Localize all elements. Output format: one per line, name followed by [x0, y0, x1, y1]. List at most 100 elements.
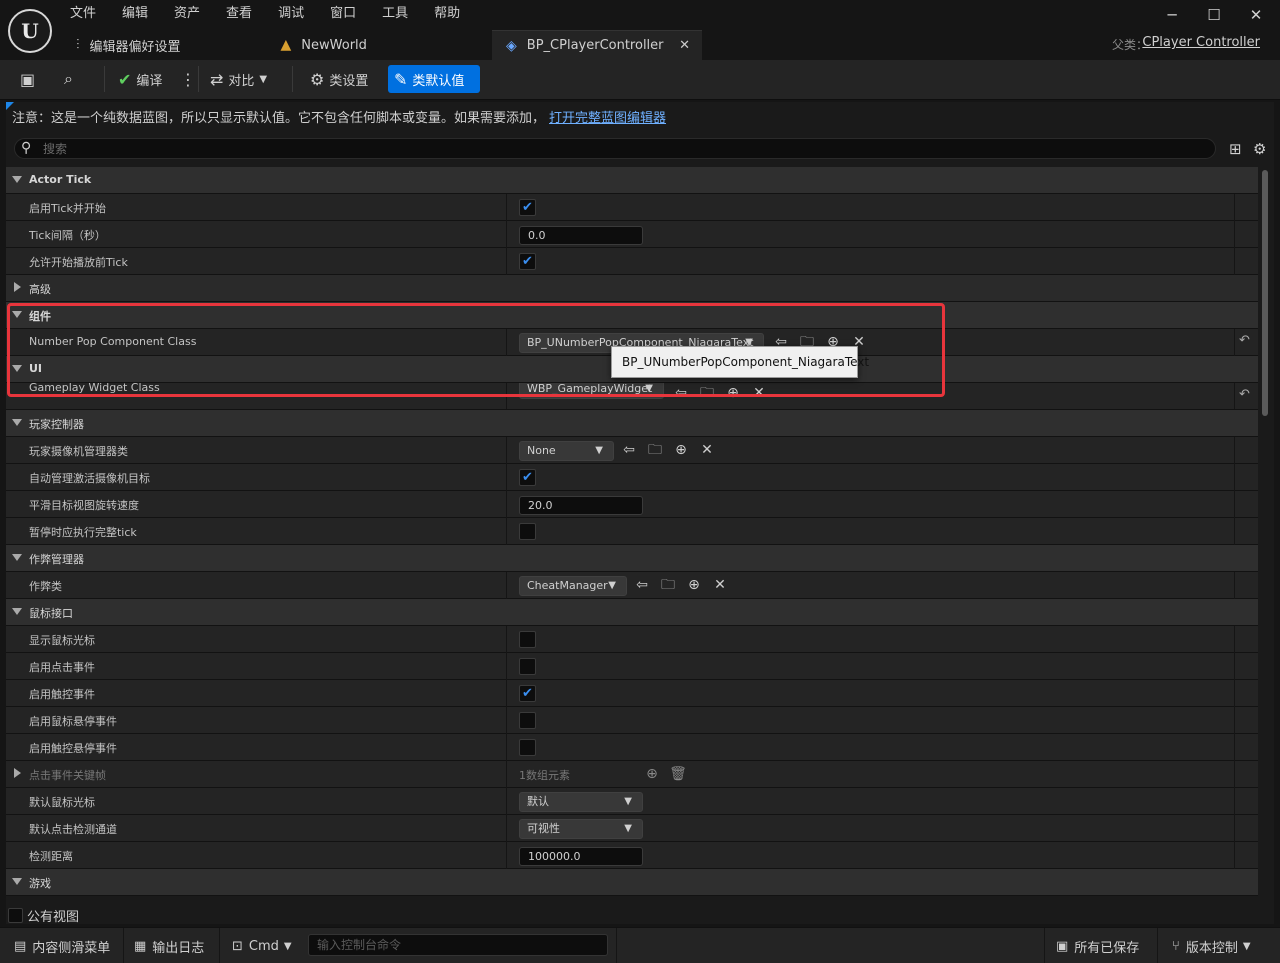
create-new-icon[interactable]: ⊕ — [720, 385, 746, 402]
search-input[interactable] — [43, 140, 1203, 158]
class-defaults-button[interactable]: ✎ 类默认值 — [388, 65, 480, 93]
asset-actions: ⇦ 🗀 ⊕ ✕ — [629, 577, 733, 594]
menu-view[interactable]: 查看 — [218, 4, 260, 24]
compile-button[interactable]: ✔ 编译 — [112, 65, 168, 93]
expand-arrow-icon[interactable] — [12, 878, 22, 885]
create-new-icon[interactable]: ⊕ — [681, 577, 707, 594]
add-element-icon[interactable]: ⊕ — [639, 766, 665, 783]
menu-edit[interactable]: 编辑 — [114, 4, 156, 24]
gameplay-widget-combo[interactable]: WBP_GameplayWidget ▼ — [519, 383, 664, 399]
cheat-class-combo[interactable]: CheatManager ▼ — [519, 576, 627, 596]
diff-icon: ⇄ — [210, 69, 224, 89]
expand-arrow-icon[interactable] — [12, 365, 22, 372]
hit-distance-input[interactable]: 100000.0 — [519, 847, 643, 866]
auto-manage-camera-checkbox[interactable]: ✔ — [519, 469, 536, 486]
unreal-logo-icon[interactable]: U — [8, 9, 52, 53]
category-mouse-interface[interactable]: 鼠标接口 — [6, 599, 1258, 626]
public-view-checkbox[interactable] — [8, 907, 23, 923]
menu-debug[interactable]: 调试 — [270, 4, 312, 24]
category-actor-tick[interactable]: Actor Tick — [6, 167, 1258, 194]
tab-bp-cplayercontroller[interactable]: ◈ BP_CPlayerController ✕ — [492, 30, 702, 60]
browse-asset-icon[interactable]: 🗀 — [655, 577, 681, 594]
search-box: ⚲ — [14, 138, 1216, 159]
expand-arrow-icon[interactable] — [12, 554, 22, 561]
show-cursor-checkbox[interactable] — [519, 631, 536, 648]
asset-actions: ⇦ 🗀 ⊕ ✕ — [668, 385, 772, 402]
browse-asset-icon[interactable]: 🗀 — [642, 442, 668, 459]
create-new-icon[interactable]: ⊕ — [668, 442, 694, 459]
save-button[interactable]: ▣ — [14, 65, 46, 93]
cmd-button[interactable]: ⊡ Cmd ▼ — [232, 936, 292, 956]
parent-class-link[interactable]: CPlayer Controller — [1142, 35, 1260, 50]
touch-over-events-checkbox[interactable] — [519, 739, 536, 756]
touch-events-checkbox[interactable]: ✔ — [519, 685, 536, 702]
diff-button[interactable]: ⇄ 对比 ▼ — [204, 65, 273, 93]
close-window-icon[interactable]: ✕ — [1236, 4, 1276, 26]
menu-tools[interactable]: 工具 — [374, 4, 416, 24]
chevron-down-icon: ▼ — [624, 796, 632, 807]
class-settings-button[interactable]: ⚙ 类设置 — [304, 65, 374, 93]
close-tab-icon[interactable]: ✕ — [679, 38, 690, 53]
chevron-down-icon: ▼ — [645, 383, 653, 394]
use-selected-icon[interactable]: ⇦ — [616, 442, 642, 459]
clear-icon[interactable]: ✕ — [746, 385, 772, 402]
pause-tick-checkbox[interactable] — [519, 523, 536, 540]
settings-gear-icon[interactable]: ⚙ — [1253, 140, 1266, 158]
property-tick-before-begin: 允许开始播放前Tick ✔ — [6, 248, 1258, 275]
menu-help[interactable]: 帮助 — [426, 4, 468, 24]
array-actions: ⊕ 🗑 — [639, 766, 691, 783]
public-view-toggle[interactable]: 公有视图 — [8, 906, 79, 925]
source-control-button[interactable]: ⑂ 版本控制 ▼ — [1172, 936, 1251, 956]
tick-before-begin-checkbox[interactable]: ✔ — [519, 253, 536, 270]
reset-to-default-icon[interactable]: ↶ — [1239, 387, 1250, 402]
category-advanced[interactable]: 高级 — [6, 275, 1258, 302]
default-cursor-combo[interactable]: 默认 ▼ — [519, 792, 643, 812]
browse-button[interactable]: ⌕ — [58, 65, 84, 93]
click-trace-combo[interactable]: 可视性 ▼ — [519, 819, 643, 839]
use-selected-icon[interactable]: ⇦ — [629, 577, 655, 594]
menu-window[interactable]: 窗口 — [322, 4, 364, 24]
maximize-icon[interactable]: ☐ — [1194, 4, 1234, 26]
click-events-checkbox[interactable] — [519, 658, 536, 675]
chevron-down-icon: ▼ — [595, 445, 603, 456]
expand-arrow-icon[interactable] — [12, 419, 22, 426]
category-components[interactable]: 组件 — [6, 302, 1258, 329]
menu-asset[interactable]: 资产 — [166, 4, 208, 24]
category-cheat-manager[interactable]: 作弊管理器 — [6, 545, 1258, 572]
reset-to-default-icon[interactable]: ↶ — [1239, 333, 1250, 348]
all-saved-button[interactable]: ▣ 所有已保存 — [1056, 936, 1139, 956]
start-with-tick-checkbox[interactable]: ✔ — [519, 199, 536, 216]
property-touch-events: 启用触控事件 ✔ — [6, 680, 1258, 707]
minimize-icon[interactable]: ─ — [1152, 4, 1192, 26]
expand-arrow-icon[interactable] — [12, 608, 22, 615]
browse-asset-icon[interactable]: 🗀 — [694, 385, 720, 402]
open-full-editor-link[interactable]: 打开完整蓝图编辑器 — [549, 107, 666, 126]
smooth-rotation-input[interactable]: 20.0 — [519, 496, 643, 515]
clear-icon[interactable]: ✕ — [707, 577, 733, 594]
category-player-controller[interactable]: 玩家控制器 — [6, 410, 1258, 437]
use-selected-icon[interactable]: ⇦ — [668, 385, 694, 402]
camera-manager-combo[interactable]: None ▼ — [519, 441, 614, 461]
property-default-cursor: 默认鼠标光标 默认 ▼ — [6, 788, 1258, 815]
toolbar: ▣ ⌕ ✔ 编译 ⋮ ⇄ 对比 ▼ ⚙ 类设置 ✎ 类默认值 — [0, 60, 1280, 100]
tab-editor-preferences[interactable]: ⫶ 编辑器偏好设置 — [62, 30, 195, 60]
level-icon: ▲ — [280, 37, 292, 53]
collapsed-arrow-icon[interactable] — [14, 282, 21, 292]
delete-all-icon[interactable]: 🗑 — [665, 766, 691, 783]
vertical-scrollbar[interactable] — [1262, 170, 1268, 416]
tab-newworld[interactable]: ▲ NewWorld — [267, 30, 381, 60]
category-game[interactable]: 游戏 — [6, 869, 1258, 896]
table-view-icon[interactable]: ⊞ — [1229, 140, 1242, 158]
clear-icon[interactable]: ✕ — [694, 442, 720, 459]
collapsed-arrow-icon[interactable] — [14, 768, 21, 778]
console-input[interactable] — [309, 935, 607, 955]
compile-options-button[interactable]: ⋮ — [174, 65, 207, 93]
expand-arrow-icon[interactable] — [12, 176, 22, 183]
output-log-button[interactable]: ▦ 输出日志 — [134, 936, 204, 956]
expand-arrow-icon[interactable] — [12, 311, 22, 318]
mouse-over-events-checkbox[interactable] — [519, 712, 536, 729]
property-pause-tick: 暂停时应执行完整tick — [6, 518, 1258, 545]
menu-file[interactable]: 文件 — [62, 4, 104, 24]
content-drawer-button[interactable]: ▤ 内容侧滑菜单 — [14, 936, 110, 956]
tick-interval-input[interactable]: 0.0 — [519, 226, 643, 245]
